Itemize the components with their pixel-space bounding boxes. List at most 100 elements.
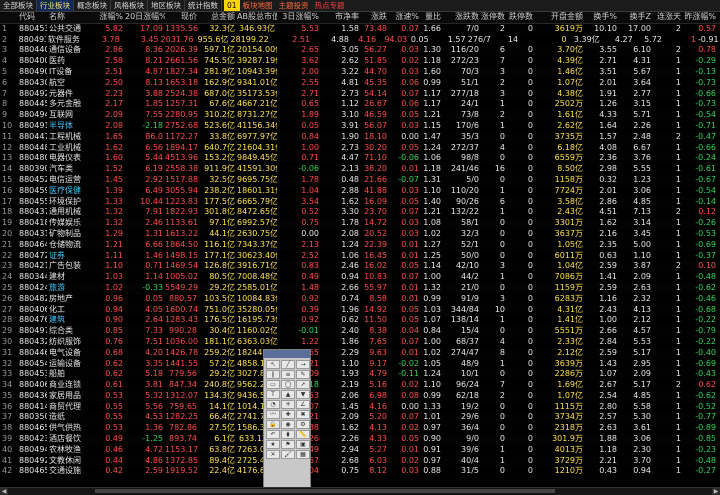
table-row[interactable]: 30 880432 纺织服饰 0.76 7.51 1036.00 181.1亿 6363.03… — [0, 337, 720, 348]
tab-5[interactable]: 统计指数 — [185, 0, 222, 11]
table-row[interactable]: 8 880445 多元金融 2.17 1.85 1257.31 67.6亿 4667.21亿 0… — [0, 99, 720, 110]
undo-icon[interactable]: ↶ — [266, 430, 280, 439]
close-icon[interactable]: ✕ — [266, 450, 280, 459]
table-row[interactable]: 2 880493软件服务 3.78 3.452031.76955.6亿28199.22… — [0, 35, 720, 46]
table-row[interactable]: 32 880454 运输设备 0.62 3.35 1441.55 57.2亿 4858.19亿… — [0, 359, 720, 370]
up-arrow-icon[interactable]: ▲ — [281, 390, 295, 399]
column-header-20[interactable]: 昨涨幅% — [683, 12, 718, 23]
cross-icon[interactable]: ✚ — [281, 410, 295, 419]
rect-icon[interactable]: ▭ — [266, 380, 280, 389]
tab-1[interactable]: 行业板块 — [37, 0, 74, 11]
table-row[interactable]: 11 880447 工程机械 1.65 86.0 1172.27 33.8亿 6977.97亿… — [0, 131, 720, 143]
column-header-12[interactable]: 量比 — [421, 12, 443, 23]
tab-4[interactable]: 地区板块 — [148, 0, 185, 11]
lock-icon[interactable]: 🔒 — [266, 420, 280, 429]
trash-icon[interactable]: ✖ — [296, 410, 310, 419]
table-row[interactable]: 35 880436 家居用品 0.53 5.32 1312.07 134.3亿 9436.58… — [0, 390, 720, 402]
column-header-14[interactable]: 涨停数 — [481, 12, 507, 23]
tab-8[interactable]: 主题投资 — [276, 0, 312, 11]
gann-icon[interactable]: ✳ — [281, 400, 295, 409]
tab-7[interactable]: 板块地图 — [240, 0, 276, 11]
table-row[interactable]: 19 880418 传媒娱乐 1.32 2.46 1133.61 97.1亿 6992.57亿… — [0, 218, 720, 229]
fill-icon[interactable]: ▦ — [296, 450, 310, 459]
table-row[interactable]: 20 880431 矿物制品 1.29 1.31 1613.22 44.1亿 2630.75亿… — [0, 229, 720, 240]
table-row[interactable]: 34 880406 商业连锁 0.61 3.81 847.34 240.8亿 9562.29亿… — [0, 380, 720, 391]
table-row[interactable]: 40 880494 农林牧渔 0.46 4.72 1153.17 63.8亿 7263.09亿… — [0, 445, 720, 456]
table-row[interactable]: 4 880400医药 2.58 8.212661.56 745.5亿39287.19亿 3… — [0, 56, 720, 67]
ellipse-icon[interactable]: ◯ — [281, 380, 295, 389]
scroll-thumb[interactable] — [95, 489, 555, 493]
column-header-9[interactable]: 市净率 — [321, 12, 361, 23]
column-header-6[interactable]: 总金额 — [199, 12, 237, 23]
column-header-19[interactable]: 连涨天 — [653, 12, 683, 23]
column-header-11[interactable]: 涨速% — [389, 12, 421, 23]
settings-icon[interactable]: ⚙ — [296, 420, 310, 429]
table-row[interactable]: 14 880390 汽车类 1.52 6.19 2558.38 911.9亿 41591.30… — [0, 164, 720, 175]
text-icon[interactable]: T — [266, 390, 280, 399]
table-row[interactable]: 42 880465 交通设施 0.42 2.59 1919.52 22.4亿 4176.66亿… — [0, 466, 720, 477]
table-row[interactable]: 26 880482房地产 0.96 0.05 880.57 103.5亿10084.83亿… — [0, 294, 720, 305]
table-row[interactable]: 24 880344 建材 1.03 1.14 1005.02 80.5亿 7008.48亿 0.… — [0, 272, 720, 283]
table-row[interactable]: 23 880421 广告包装 1.10 0.71 1469.54 126.8亿 3916.71… — [0, 261, 720, 273]
table-row[interactable]: 33880453船舶0.625.18779.5629.2亿3027.86亿0.0… — [0, 369, 720, 381]
magnet-icon[interactable]: ⧫ — [281, 430, 295, 439]
column-header-18[interactable]: 换手Z — [619, 12, 653, 23]
table-row[interactable]: 13 880480 电器仪表 1.60 5.44 4513.96 153.2亿 9849.45… — [0, 153, 720, 165]
pen-icon[interactable]: ✎ — [296, 370, 310, 379]
table-row[interactable]: 39880423酒店餐饮0.49-1.25893.746.1亿633.12亿1.… — [0, 434, 720, 445]
column-header-5[interactable]: 现价 — [165, 12, 199, 23]
tab-6[interactable]: 01 — [224, 0, 240, 11]
drawing-tools-palette[interactable]: ↖ ╱ → ∥ ≡ ✎ ▭ ◯ ➚ T ▲ ▼ ◔ ✳ ∠ 〰 ✚ ✖ 🔒 ◉ ⚙ ↶ ⧫ 📏 ★ ⚑ ▣ ✕ 🖌 ▦ — [263, 349, 311, 489]
wave-icon[interactable]: 〰 — [266, 410, 280, 419]
cycle-icon[interactable]: ◔ — [266, 400, 280, 409]
table-row[interactable]: 38880465供气供热0.531.36782.8627.5亿1586.35亿0… — [0, 423, 720, 434]
column-header-8[interactable]: 3日涨幅% — [277, 12, 321, 23]
column-header-0[interactable] — [0, 12, 17, 23]
table-row[interactable]: 12 880448 工业机械 1.62 6.56 1894.17 640.7亿 21604.3… — [0, 143, 720, 154]
angle-icon[interactable]: ∠ — [296, 400, 310, 409]
column-header-17[interactable]: 换手% — [585, 12, 619, 23]
table-row[interactable]: 22 880472证券 1.11 1.461498.15 177.1亿30623.40亿… — [0, 251, 720, 262]
table-row[interactable]: 29 880497 综合类 0.85 7.33 990.28 30.4亿 1160.02亿 -0… — [0, 326, 720, 337]
table-row[interactable]: 7 880492元器件 2.23 3.882524.38 687.0亿35173.53亿… — [0, 88, 720, 100]
column-header-2[interactable]: 名称 — [47, 12, 93, 23]
table-row[interactable]: 16 880459 医疗保健 1.39 6.49 3055.94 238.2亿 18601.3… — [0, 186, 720, 197]
table-row[interactable]: 21 880464 仓储物流 1.21 6.66 1864.50 116.1亿 7343.37… — [0, 239, 720, 251]
table-row[interactable]: 31880446电气设备0.684.201426.78259.2亿18244.4… — [0, 347, 720, 359]
palette-titlebar[interactable] — [264, 350, 310, 358]
pointer-icon[interactable]: ↖ — [266, 360, 280, 369]
line-icon[interactable]: ╱ — [281, 360, 295, 369]
fib-icon[interactable]: ≡ — [281, 370, 295, 379]
column-header-15[interactable]: 跌停数 — [507, 12, 535, 23]
eye-icon[interactable]: ◉ — [281, 420, 295, 429]
table-row[interactable]: 9 880494 互联网 2.09 7.55 2280.95 310.2亿 8731.27亿 1… — [0, 110, 720, 121]
table-row[interactable]: 15 880452 电信运营 1.45 2.92 1517.88 32.5亿 9695.75亿… — [0, 174, 720, 186]
table-row[interactable]: 5 880490 IT设备 2.51 4.87 1827.34 281.9亿 10943.39… — [0, 66, 720, 78]
table-row[interactable]: 6 880430 航空 2.50 8.13 1653.18 162.9亿 9341.01亿 2.… — [0, 78, 720, 89]
column-header-13[interactable]: 涨跌数 — [443, 12, 481, 23]
table-row[interactable]: 37880350造纸0.554.531282.2566.4亿2741.77亿0.… — [0, 412, 720, 424]
table-row[interactable]: 3 880440 通信设备 2.86 8.36 2026.39 597.1亿 20154.00… — [0, 45, 720, 57]
column-header-16[interactable]: 开盘金额 — [535, 12, 585, 23]
column-header-4[interactable]: 20日涨幅% — [125, 12, 165, 23]
column-header-10[interactable]: 涨跌 — [361, 12, 389, 23]
table-row[interactable]: 17 880455 环境保护 1.33 10.44 1223.83 177.5亿 6665.7… — [0, 196, 720, 208]
table-row[interactable]: 18 880437 通用机械 1.32 7.91 1822.93 301.8亿 8472.65… — [0, 207, 720, 218]
table-row[interactable]: 1 880453 公共交通 5.82 17.09 1335.56 32.3亿 346.93亿 5… — [0, 23, 720, 35]
ruler-icon[interactable]: 📏 — [296, 430, 310, 439]
arrow-icon[interactable]: ➚ — [296, 380, 310, 389]
star-icon[interactable]: ★ — [266, 440, 280, 449]
down-arrow-icon[interactable]: ▼ — [296, 390, 310, 399]
tab-9[interactable]: 热点专题 — [312, 0, 348, 11]
column-header-7[interactable]: AB股总市值 — [237, 12, 277, 23]
column-header-1[interactable]: 代码 — [17, 12, 47, 23]
tab-0[interactable]: 全部板块 — [0, 0, 37, 11]
ray-icon[interactable]: → — [296, 360, 310, 369]
table-row[interactable]: 36 880414 商贸代理 0.55 5.56 759.65 14.1亿 1014.15亿 1… — [0, 402, 720, 413]
column-header-3[interactable]: 涨幅% — [93, 12, 125, 23]
table-row[interactable]: 25 880424 旅游 1.02 -0.33 5549.29 29.2亿 2585.01亿 1… — [0, 282, 720, 294]
table-row[interactable]: 10 880491 半导体 2.08 -2.18 2752.68 523.6亿 41156.3… — [0, 121, 720, 132]
tab-2[interactable]: 概念板块 — [74, 0, 111, 11]
table-row[interactable]: 27 880406化工 0.94 4.051600.74 751.0亿35280.05亿… — [0, 304, 720, 316]
tab-3[interactable]: 风格板块 — [111, 0, 148, 11]
